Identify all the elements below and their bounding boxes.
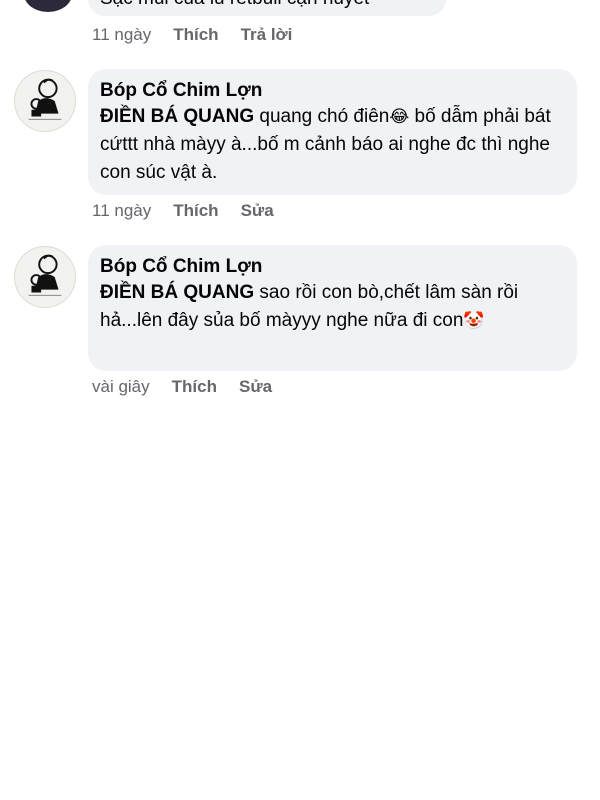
comment-body: ĐIỀN BÁ QUANG quang chó điên😂 bố dẫm phả… [100, 103, 565, 187]
comment-bubble: Bóp Cổ Chim Lợn ĐIỀN BÁ QUANG sao rồi co… [88, 245, 577, 371]
comment-bubble: Bóp Cổ Chim Lợn ĐIỀN BÁ QUANG quang chó … [88, 69, 577, 195]
comment-time[interactable]: vài giây [92, 377, 150, 397]
comment-bubble: Sặc mùi của lũ retbull cạn huyết [88, 0, 446, 16]
commenter-avatar[interactable] [14, 246, 76, 308]
sketch-avatar-icon [28, 254, 62, 296]
comment-meta: 11 ngày Thích Trả lời [92, 23, 314, 47]
like-button[interactable]: Thích [172, 377, 217, 397]
commenter-avatar[interactable] [14, 70, 76, 132]
mention-tag[interactable]: ĐIỀN BÁ QUANG [100, 282, 254, 303]
comment-text: Sặc mùi của lũ retbull cạn huyết [100, 0, 434, 14]
commenter-avatar[interactable] [24, 0, 72, 12]
comment-time[interactable]: 11 ngày [92, 25, 151, 45]
edit-button[interactable]: Sửa [241, 201, 274, 221]
comment-meta: vài giây Thích Sửa [92, 375, 294, 399]
like-button[interactable]: Thích [173, 201, 218, 221]
comment-meta: 11 ngày Thích Sửa [92, 199, 296, 223]
comment-body: ĐIỀN BÁ QUANG sao rồi con bò,chết lâm sà… [100, 279, 565, 335]
sketch-avatar-icon [28, 78, 62, 120]
clown-emoji-icon: 🤡 [463, 311, 485, 331]
comment-author[interactable]: Bóp Cổ Chim Lợn [100, 78, 565, 103]
joy-emoji-icon: 😂 [389, 107, 410, 127]
edit-button[interactable]: Sửa [239, 377, 272, 397]
comment-text: quang chó điên [254, 106, 390, 127]
comment-author[interactable]: Bóp Cổ Chim Lợn [100, 254, 565, 279]
like-button[interactable]: Thích [173, 25, 218, 45]
reply-button[interactable]: Trả lời [241, 25, 293, 45]
mention-tag[interactable]: ĐIỀN BÁ QUANG [100, 106, 254, 127]
comment-time[interactable]: 11 ngày [92, 201, 151, 221]
